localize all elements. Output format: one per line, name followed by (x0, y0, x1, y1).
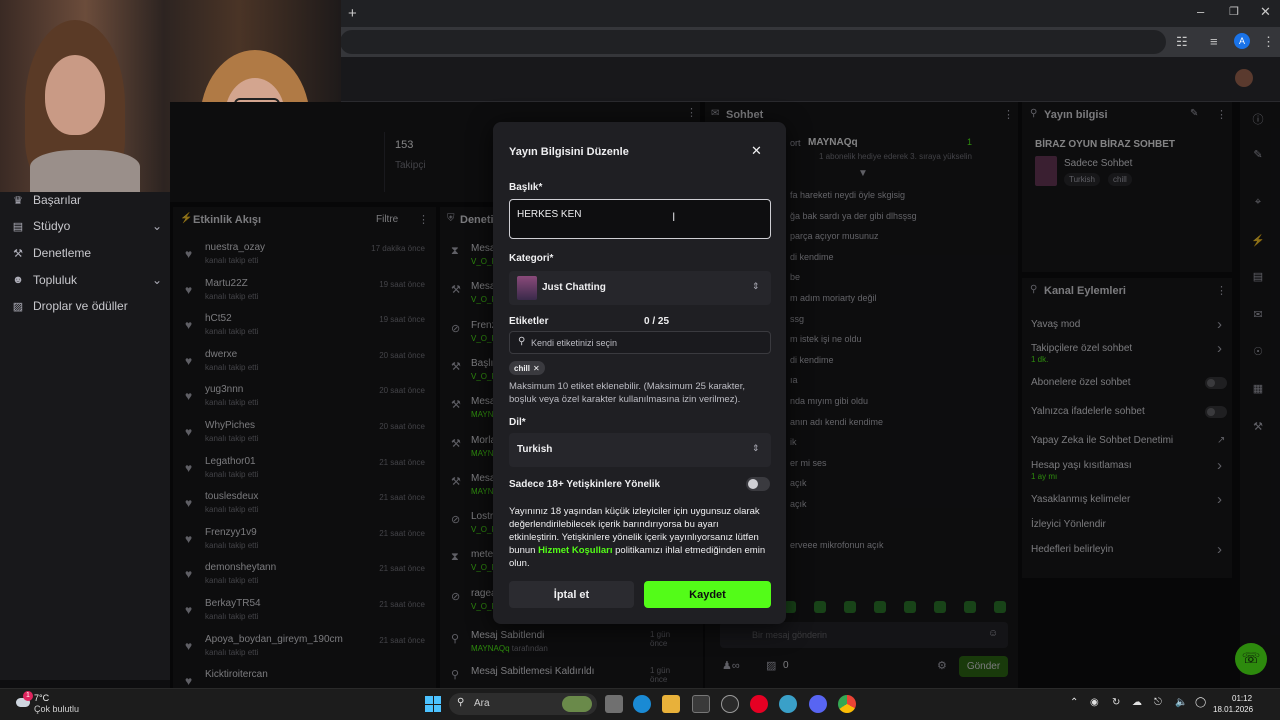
sidebar-item-moderation[interactable]: ⚒ Denetleme (12, 243, 162, 263)
language-label: Dil* (509, 417, 526, 428)
tags-label: Etiketler (509, 316, 549, 327)
text-cursor-icon: I (672, 210, 676, 224)
category-select[interactable]: Just Chatting ⇕ (509, 271, 771, 305)
new-tab-button[interactable]: + (348, 6, 357, 22)
wrench-icon: ⚒ (13, 247, 23, 260)
task-view-icon[interactable] (605, 695, 623, 713)
tags-count: 0 / 25 (644, 316, 670, 327)
speaker-icon[interactable]: 🔈 (1175, 697, 1187, 708)
trophy-icon: ♛ (13, 194, 23, 207)
search-icon: ⚲ (518, 336, 526, 347)
left-sidebar (0, 192, 170, 680)
start-button[interactable] (425, 696, 441, 712)
discord-icon[interactable] (809, 695, 827, 713)
sidebar-item-drops[interactable]: ▨ Droplar ve ödüller (12, 296, 162, 316)
chevron-down-icon: ⌄ (151, 273, 162, 287)
notifications-icon[interactable]: ◯ (1195, 697, 1206, 708)
tray-app-icon[interactable]: ◉ (1090, 697, 1099, 708)
tags-input[interactable]: ⚲ Kendi etiketinizi seçin (509, 331, 771, 354)
weather-badge: 1 (23, 691, 33, 701)
community-icon: ☻ (12, 274, 24, 286)
chrome-icon[interactable] (838, 695, 856, 713)
clock-date: 18.01.2026 (1213, 705, 1254, 714)
search-highlight-image (562, 696, 592, 712)
category-label: Kategori* (509, 253, 554, 264)
microphone-icon[interactable]: ⎋ (1154, 697, 1162, 708)
tag-chip-chill[interactable]: chill ✕ (509, 361, 545, 375)
store-icon[interactable] (692, 695, 710, 713)
title-input[interactable]: HERKES KEN I (509, 199, 771, 239)
sidebar-item-achievements[interactable]: ♛ Başarılar (12, 190, 162, 210)
cancel-button[interactable]: İptal et (509, 581, 634, 608)
cloud-icon[interactable]: ☁ (1132, 697, 1142, 708)
gift-icon: ▨ (12, 300, 24, 313)
temperature: 7°C (34, 693, 50, 703)
mature-label: Sadece 18+ Yetişkinlere Yönelik (509, 479, 661, 490)
file-explorer-icon[interactable] (662, 695, 680, 713)
weather-icon[interactable]: 1 (12, 691, 33, 708)
remove-tag-icon[interactable]: ✕ (533, 364, 540, 373)
pinterest-icon[interactable] (750, 695, 768, 713)
category-thumbnail (517, 276, 537, 300)
maximize-icon[interactable]: ❐ (1229, 4, 1239, 20)
sidebar-item-community[interactable]: ☻ Topluluk ⌄ (12, 270, 162, 290)
dialog-title: Yayın Bilgisini Düzenle (509, 146, 629, 158)
user-avatar[interactable] (1235, 69, 1253, 87)
browser-menu-icon[interactable]: ⋮ (1262, 34, 1275, 50)
minimize-icon[interactable]: – (1197, 4, 1204, 20)
select-arrows-icon: ⇕ (752, 443, 760, 453)
sidebar-item-studio[interactable]: ▤ Stüdyo ⌄ (12, 216, 162, 236)
search-icon: ⚲ (457, 697, 465, 708)
close-window-icon[interactable]: ✕ (1260, 4, 1271, 20)
app-icon[interactable] (721, 695, 739, 713)
studio-icon: ▤ (12, 220, 24, 233)
mature-description: Yayınınız 18 yaşından küçük izleyiciler … (509, 506, 766, 569)
profile-avatar[interactable]: A (1234, 33, 1250, 49)
extensions-icon[interactable]: ☷ (1176, 34, 1188, 50)
chevron-down-icon: ⌄ (151, 219, 162, 233)
select-arrows-icon: ⇕ (752, 281, 760, 291)
tags-help-text: Maksimum 10 etiket eklenebilir. (Maksimu… (509, 381, 745, 405)
close-icon[interactable]: ✕ (751, 143, 762, 159)
reading-list-icon[interactable]: ≡ (1210, 34, 1218, 50)
edge-icon[interactable] (633, 695, 651, 713)
terms-link[interactable]: Hizmet Koşulları (538, 545, 612, 556)
address-bar[interactable] (340, 30, 1166, 54)
edit-stream-info-dialog: Yayın Bilgisini Düzenle ✕ Başlık* HERKES… (493, 122, 786, 624)
clock-time: 01:12 (1232, 694, 1253, 703)
toggle-knob (748, 479, 758, 489)
chevron-up-icon[interactable]: ⌃ (1070, 697, 1078, 708)
weather-text: Çok bulutlu (34, 704, 80, 714)
mature-toggle[interactable] (746, 477, 770, 491)
sync-icon[interactable]: ↻ (1112, 697, 1120, 708)
language-select[interactable]: Turkish ⇕ (509, 433, 771, 467)
save-button[interactable]: Kaydet (644, 581, 771, 608)
browser-icon[interactable] (779, 695, 797, 713)
title-label: Başlık* (509, 182, 543, 193)
taskbar-search[interactable]: ⚲ Ara (449, 693, 597, 715)
